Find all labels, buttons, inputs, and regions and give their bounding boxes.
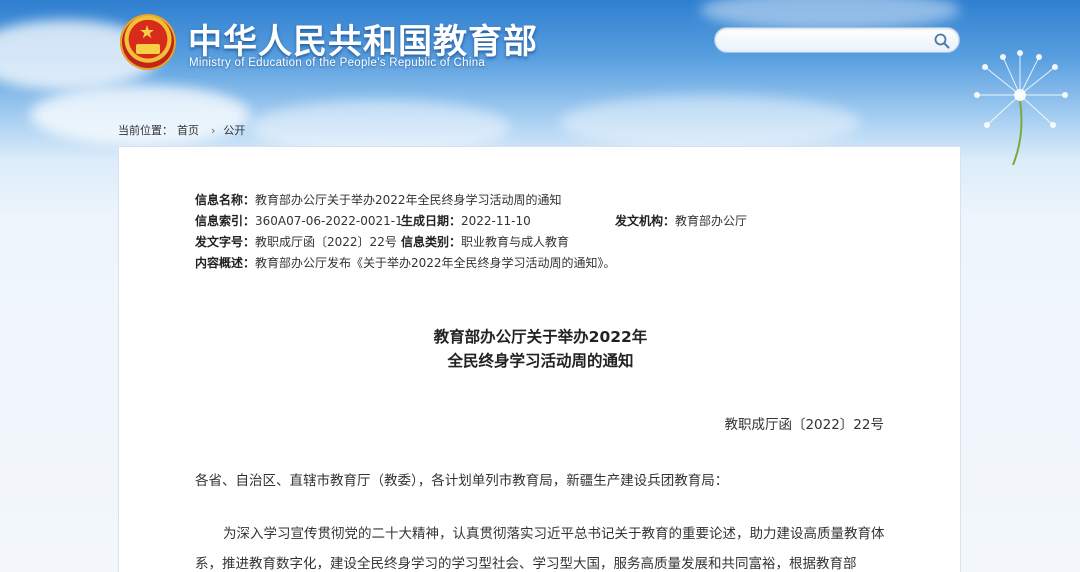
info-date-value: 2022-11-10: [461, 214, 531, 228]
document-title-line1: 教育部办公厅关于举办2022年: [433, 328, 648, 346]
breadcrumb: 当前位置： 首页 › 公开: [118, 122, 249, 138]
search-box[interactable]: [714, 27, 960, 53]
site-title[interactable]: 中华人民共和国教育部: [188, 14, 538, 63]
cloud-decoration: [560, 95, 860, 150]
document-title-line2: 全民终身学习活动周的通知: [447, 352, 634, 370]
document-body: 为深入学习宣传贯彻党的二十大精神，认真贯彻落实习近平总书记关于教育的重要论述，助…: [195, 519, 885, 572]
document-title: 教育部办公厅关于举办2022年 全民终身学习活动周的通知: [119, 325, 962, 373]
info-name-value: 教育部办公厅关于举办2022年全民终身学习活动周的通知: [255, 193, 562, 207]
national-emblem-icon[interactable]: ★: [120, 14, 176, 70]
info-issuer-value: 教育部办公厅: [675, 214, 748, 228]
info-category-value: 职业教育与成人教育: [461, 235, 570, 249]
dandelion-icon: [974, 50, 1068, 165]
info-docno-label: 发文字号：: [195, 235, 256, 249]
content-card: 信息名称：教育部办公厅关于举办2022年全民终身学习活动周的通知 信息索引：36…: [118, 146, 961, 572]
info-summary-value: 教育部办公厅发布《关于举办2022年全民终身学习活动周的通知》。: [255, 256, 616, 270]
document-paragraph: 为深入学习宣传贯彻党的二十大精神，认真贯彻落实习近平总书记关于教育的重要论述，助…: [195, 526, 885, 572]
info-docno-value: 教职成厅函〔2022〕22号: [255, 235, 397, 249]
cloud-decoration: [700, 0, 960, 30]
info-issuer-label: 发文机构：: [615, 214, 676, 228]
document-number: 教职成厅函〔2022〕22号: [724, 417, 884, 433]
info-category-label: 信息类别：: [401, 235, 462, 249]
info-index-value: 360A07-06-2022-0021-1: [255, 214, 403, 228]
info-name-label: 信息名称：: [195, 193, 256, 207]
site-subtitle[interactable]: Ministry of Education of the People's Re…: [189, 57, 485, 69]
search-icon[interactable]: [933, 32, 951, 50]
gate-icon: [136, 44, 160, 54]
breadcrumb-prefix: 当前位置：: [118, 124, 173, 137]
chevron-right-icon: ›: [211, 124, 216, 137]
document-addressee: 各省、自治区、直辖市教育厅（教委），各计划单列市教育局，新疆生产建设兵团教育局：: [195, 473, 729, 489]
breadcrumb-public-link[interactable]: 公开: [223, 124, 245, 137]
info-index-label: 信息索引：: [195, 214, 256, 228]
info-summary-label: 内容概述：: [195, 256, 256, 270]
info-date-label: 生成日期：: [401, 214, 462, 228]
breadcrumb-home-link[interactable]: 首页: [177, 124, 199, 137]
search-input[interactable]: [727, 32, 927, 50]
star-icon: ★: [139, 22, 156, 43]
